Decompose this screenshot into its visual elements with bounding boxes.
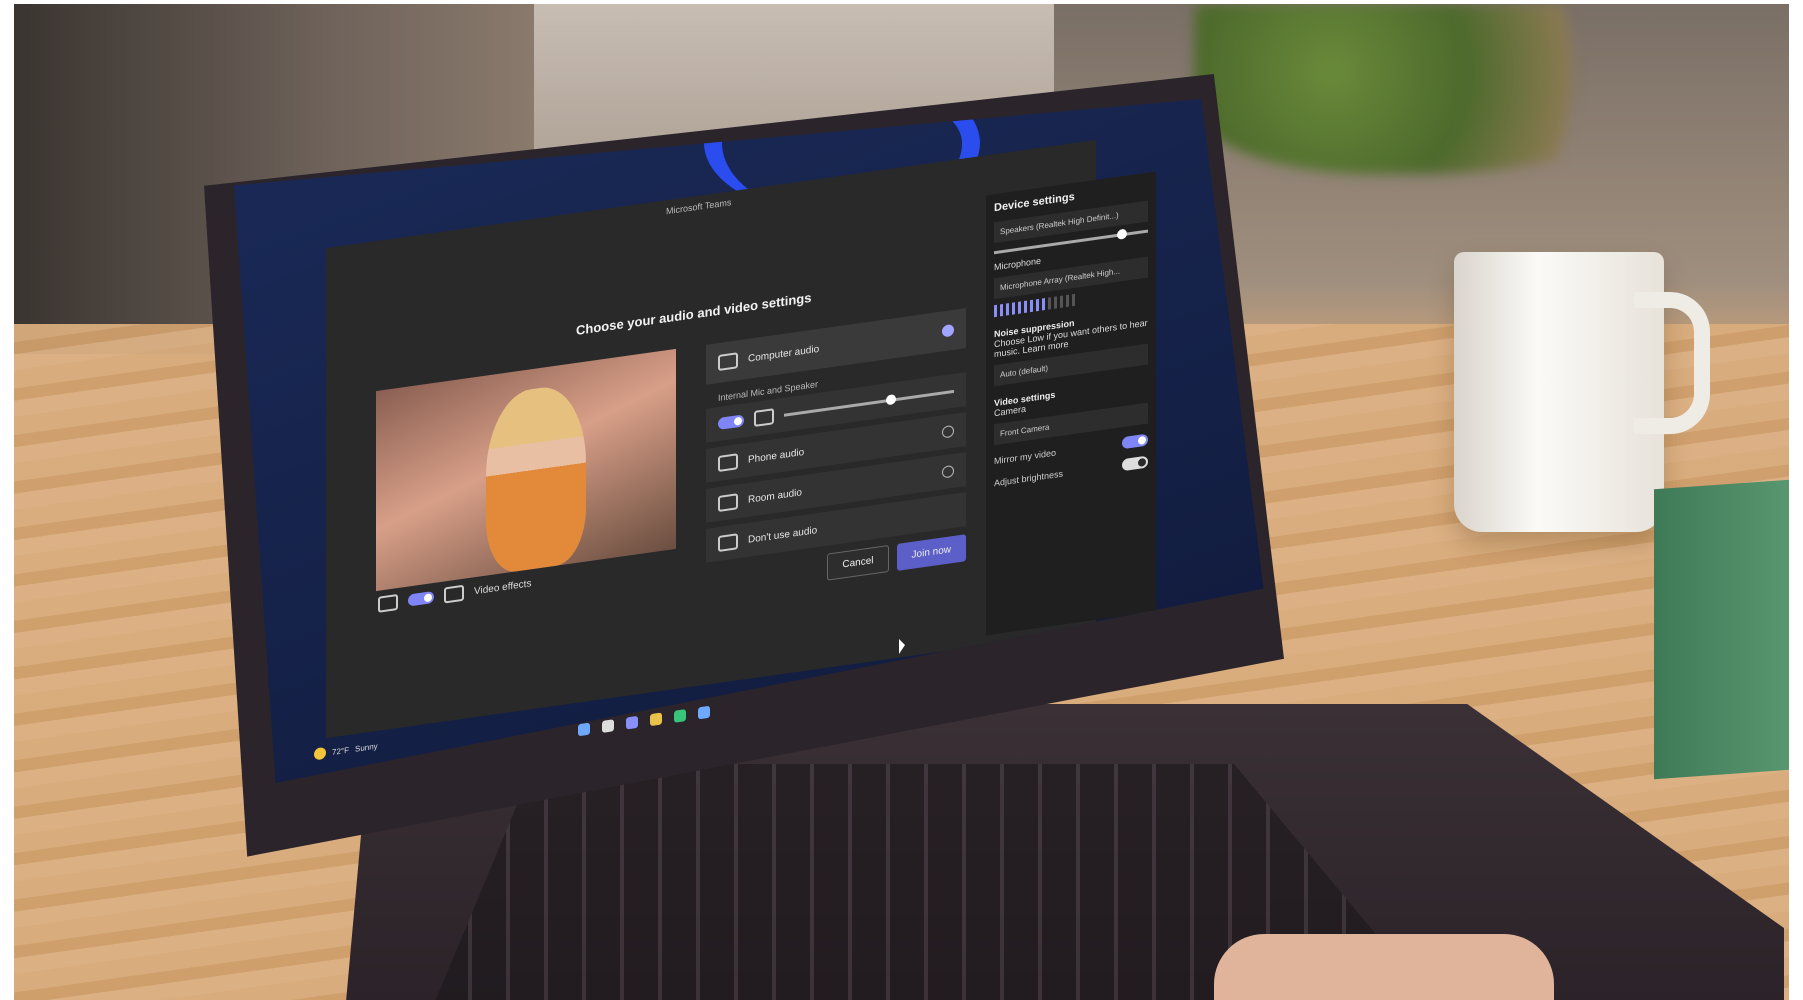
phone-icon [718,453,738,473]
mic-toggle[interactable] [718,414,744,431]
room-icon [718,493,738,513]
join-now-button[interactable]: Join now [896,534,966,571]
mic-level-bar [1030,299,1033,313]
start-icon[interactable] [578,722,590,737]
mic-level-bar [1000,303,1003,317]
mic-level-bar [994,304,997,318]
slider-knob[interactable] [1117,228,1128,240]
mic-level-bar [1066,294,1069,308]
mic-level-bar [1072,293,1075,307]
user-hand [1214,934,1554,1000]
no-audio-icon [718,533,738,553]
mic-level-bar [1048,297,1051,310]
store-icon[interactable] [698,705,710,720]
radio-room-audio[interactable] [942,464,954,479]
cancel-button[interactable]: Cancel [827,545,889,581]
mic-level-bar [1012,302,1015,315]
mic-level-bar [1018,301,1021,314]
mic-level-bar [1054,296,1057,309]
mic-level-bar [1036,298,1039,312]
edge-icon[interactable] [674,709,686,723]
folder-icon[interactable] [650,712,662,727]
coffee-mug [1454,252,1710,532]
option-label: Room audio [748,486,802,506]
slider-knob[interactable] [886,393,896,405]
search-icon[interactable] [602,719,614,733]
photo-scene: Microsoft Teams Choose your audio and vi… [14,4,1789,1000]
audio-options: Computer audio Internal Mic and Speaker … [706,308,966,598]
sun-icon [314,746,326,761]
person-image [486,381,586,576]
mic-level-bar [1006,303,1009,316]
radio-phone-audio[interactable] [942,424,954,439]
camera-toggle[interactable] [408,590,434,607]
background-plants [1194,4,1654,174]
mic-level-bar [1024,300,1027,314]
page-title: Choose your audio and video settings [576,289,812,338]
green-folder [1654,478,1789,780]
mouse-cursor-icon [899,639,905,654]
brightness-label: Adjust brightness [994,468,1064,489]
brightness-toggle[interactable] [1122,455,1148,472]
video-effects-icon [444,584,464,604]
weather-temp: 72°F [332,745,349,757]
mic-level-bar [1060,295,1063,308]
option-label: Computer audio [748,343,820,365]
speaker-icon [754,408,774,427]
video-preview [376,348,676,592]
radio-computer-audio[interactable] [942,323,954,338]
option-label: Phone audio [748,446,805,466]
speaker-volume-slider[interactable] [784,389,954,417]
computer-icon [718,352,738,372]
video-effects-button[interactable]: Video effects [474,578,531,597]
weather-desc: Sunny [354,741,378,754]
mirror-label: Mirror my video [994,447,1057,467]
camera-icon [378,593,398,613]
device-settings-panel: Device settings Speakers (Realtek High D… [986,171,1156,636]
option-label: Don't use audio [748,524,818,546]
mirror-toggle[interactable] [1122,433,1148,450]
window-title: Microsoft Teams [666,197,732,217]
mic-level-bar [1042,298,1045,311]
teams-icon[interactable] [626,715,638,730]
